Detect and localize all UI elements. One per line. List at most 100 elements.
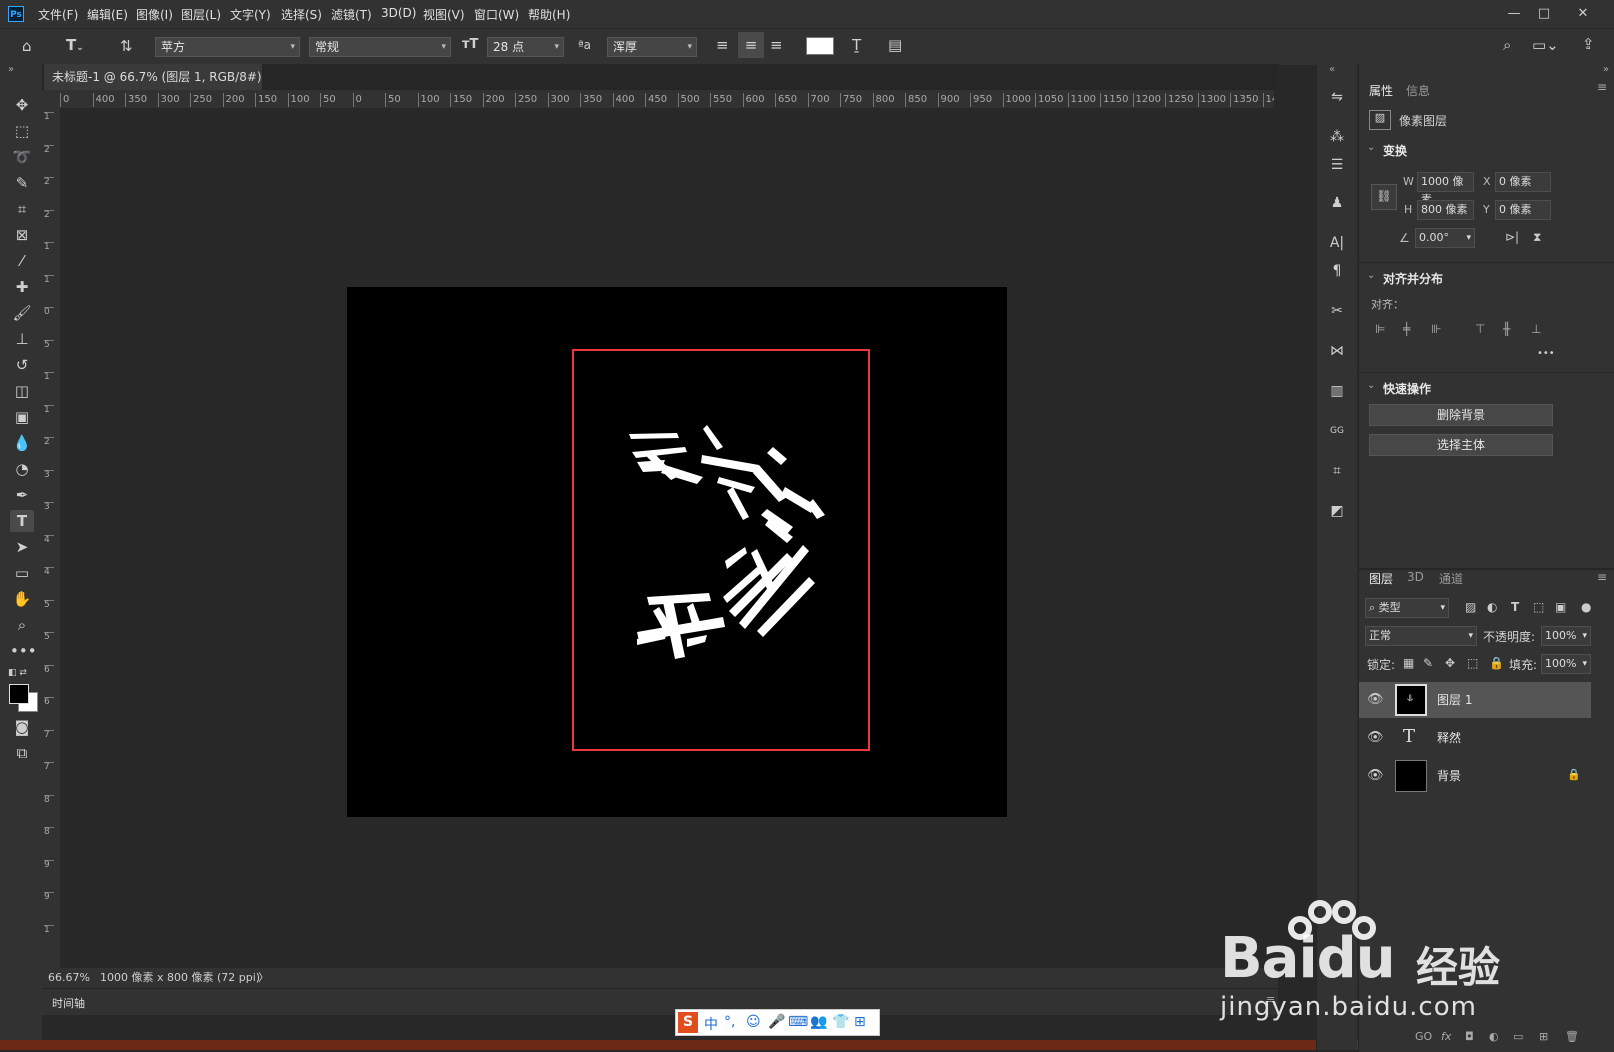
- eraser-tool-icon[interactable]: ◫: [10, 380, 34, 402]
- filter-type-icon[interactable]: T: [1511, 600, 1519, 614]
- history-panel-icon[interactable]: ⇋: [1325, 86, 1349, 108]
- tab-info[interactable]: 信息: [1406, 82, 1430, 99]
- screen-mode-icon[interactable]: ⧉: [10, 742, 34, 764]
- ime-chinese-mode[interactable]: 中: [704, 1014, 718, 1034]
- zoom-level[interactable]: 66.67%: [48, 968, 90, 988]
- marquee-tool-icon[interactable]: ⬚: [10, 120, 34, 142]
- layer-name[interactable]: 背景: [1437, 767, 1461, 784]
- share-icon[interactable]: ⇪: [1582, 35, 1595, 53]
- new-group-icon[interactable]: ▭: [1513, 1030, 1523, 1043]
- chevron-down-icon[interactable]: ⌄: [1367, 142, 1375, 153]
- tool-presets-icon[interactable]: ✂: [1325, 300, 1349, 322]
- layer-name[interactable]: 释然: [1437, 729, 1461, 746]
- align-horizontal-centers-icon[interactable]: ╪: [1403, 322, 1410, 336]
- layers-menu-icon[interactable]: ≡: [1597, 570, 1607, 584]
- height-input[interactable]: 800 像素: [1417, 200, 1474, 220]
- opacity-input[interactable]: 100% ▾: [1541, 626, 1591, 646]
- quick-mask-icon[interactable]: ◙: [10, 716, 34, 738]
- layer-filter-select[interactable]: ⌕ 类型 ▾: [1365, 598, 1449, 618]
- remove-background-button[interactable]: 删除背景: [1369, 404, 1553, 426]
- tab-layers[interactable]: 图层: [1369, 570, 1393, 587]
- hand-tool-icon[interactable]: ✋: [10, 588, 34, 610]
- foreground-color-swatch[interactable]: [9, 684, 29, 704]
- menu-type[interactable]: 文字(Y): [230, 6, 271, 23]
- search-icon[interactable]: ⌕: [1503, 36, 1511, 54]
- delete-layer-icon[interactable]: 🗑: [1565, 1030, 1579, 1043]
- brush-settings-icon[interactable]: ⁂: [1325, 126, 1349, 148]
- tab-properties[interactable]: 属性: [1369, 82, 1393, 99]
- ime-logo[interactable]: S: [678, 1012, 698, 1033]
- move-tool-icon[interactable]: ✥: [10, 94, 34, 116]
- tab-3d[interactable]: 3D: [1407, 570, 1424, 584]
- menu-help[interactable]: 帮助(H): [528, 6, 570, 23]
- fill-input[interactable]: 100% ▾: [1541, 654, 1591, 674]
- visibility-eye-icon[interactable]: 👁: [1367, 692, 1384, 707]
- align-top-edges-icon[interactable]: ⊤: [1475, 322, 1485, 336]
- align-left-icon[interactable]: ≡: [716, 36, 729, 54]
- flip-horizontal-icon[interactable]: ⊳|: [1505, 230, 1519, 244]
- filter-adjustment-icon[interactable]: ◐: [1487, 600, 1497, 614]
- pen-tool-icon[interactable]: ✒: [10, 484, 34, 506]
- lock-position-icon[interactable]: ✥: [1445, 656, 1455, 670]
- ime-tools-icon[interactable]: ⊞: [854, 1014, 866, 1030]
- crop-tool-icon[interactable]: ⌗: [10, 198, 34, 220]
- text-color-swatch[interactable]: [806, 37, 834, 55]
- align-right-edges-icon[interactable]: ⊪: [1431, 322, 1441, 336]
- ime-skin-icon[interactable]: 👕: [832, 1014, 849, 1030]
- align-bottom-edges-icon[interactable]: ⊥: [1531, 322, 1541, 336]
- frame-tool-icon[interactable]: ⊠: [10, 224, 34, 246]
- menu-file[interactable]: 文件(F): [38, 6, 78, 23]
- swatches-panel-icon[interactable]: ⋈: [1325, 340, 1349, 362]
- angle-input[interactable]: 0.00° ▾: [1415, 228, 1475, 248]
- width-input[interactable]: 1000 像素: [1417, 172, 1474, 206]
- new-layer-icon[interactable]: ⊞: [1539, 1030, 1548, 1043]
- workspace-icon[interactable]: ▭⌄: [1532, 36, 1559, 54]
- dodge-tool-icon[interactable]: ◔: [10, 458, 34, 480]
- crop-panel-icon[interactable]: ⌗: [1325, 460, 1349, 482]
- zoom-tool-icon[interactable]: ⌕: [10, 614, 34, 636]
- layer-row-background[interactable]: 👁 背景 🔒: [1359, 758, 1591, 794]
- clone-stamp-tool-icon[interactable]: ⊥: [10, 328, 34, 350]
- lock-transparent-icon[interactable]: ▦: [1403, 656, 1414, 670]
- chevron-down-icon[interactable]: ⌄: [1367, 270, 1375, 281]
- menu-3d[interactable]: 3D(D): [381, 6, 416, 20]
- brush-tool-icon[interactable]: 🖌: [10, 302, 34, 324]
- menu-layer[interactable]: 图层(L): [181, 6, 221, 23]
- add-mask-icon[interactable]: ◘: [1465, 1030, 1474, 1043]
- select-subject-button[interactable]: 选择主体: [1369, 434, 1553, 456]
- flip-vertical-icon[interactable]: ⧗: [1533, 230, 1541, 245]
- histogram-panel-icon[interactable]: ▥: [1325, 380, 1349, 402]
- timeline-tab[interactable]: 时间轴: [52, 995, 85, 1011]
- adjustment-layer-icon[interactable]: ◐: [1489, 1030, 1499, 1043]
- visibility-eye-icon[interactable]: 👁: [1367, 768, 1384, 783]
- fx-icon[interactable]: fx: [1441, 1030, 1451, 1043]
- filter-toggle-icon[interactable]: ●: [1581, 600, 1591, 614]
- minimize-button[interactable]: —: [1501, 4, 1527, 24]
- history-brush-tool-icon[interactable]: ↺: [10, 354, 34, 376]
- x-input[interactable]: 0 像素: [1495, 172, 1551, 192]
- character-panel-icon[interactable]: A|: [1325, 232, 1349, 254]
- props-collapse-icon[interactable]: »: [1603, 64, 1609, 75]
- ime-emoji-icon[interactable]: ☺: [746, 1014, 761, 1030]
- path-select-tool-icon[interactable]: ➤: [10, 536, 34, 558]
- status-menu-icon[interactable]: 〉: [258, 968, 269, 988]
- blur-tool-icon[interactable]: 💧: [10, 432, 34, 454]
- align-center-icon[interactable]: ≡: [738, 32, 764, 58]
- rectangle-tool-icon[interactable]: ▭: [10, 562, 34, 584]
- font-style-select[interactable]: 常规 ▾: [309, 37, 451, 57]
- lasso-tool-icon[interactable]: ➰: [10, 146, 34, 168]
- lock-paint-icon[interactable]: ✎: [1423, 656, 1433, 670]
- quick-select-tool-icon[interactable]: ✎: [10, 172, 34, 194]
- layer-row-layer1[interactable]: 👁 ⥥ 图层 1: [1359, 682, 1591, 718]
- ime-keyboard-icon[interactable]: ⌨: [788, 1014, 808, 1030]
- link-icon[interactable]: ⛓: [1371, 184, 1397, 210]
- maximize-button[interactable]: □: [1531, 4, 1557, 24]
- filter-pixel-icon[interactable]: ▨: [1465, 600, 1476, 614]
- menu-image[interactable]: 图像(I): [136, 6, 173, 23]
- document-tab[interactable]: 未标题-1 @ 66.7% (图层 1, RGB/8#) * ×: [44, 64, 262, 110]
- menu-edit[interactable]: 编辑(E): [87, 6, 128, 23]
- tab-channels[interactable]: 通道: [1439, 570, 1463, 587]
- layer-name[interactable]: 图层 1: [1437, 691, 1472, 708]
- libraries-panel-icon[interactable]: ◩: [1325, 500, 1349, 522]
- menu-filter[interactable]: 滤镜(T): [331, 6, 372, 23]
